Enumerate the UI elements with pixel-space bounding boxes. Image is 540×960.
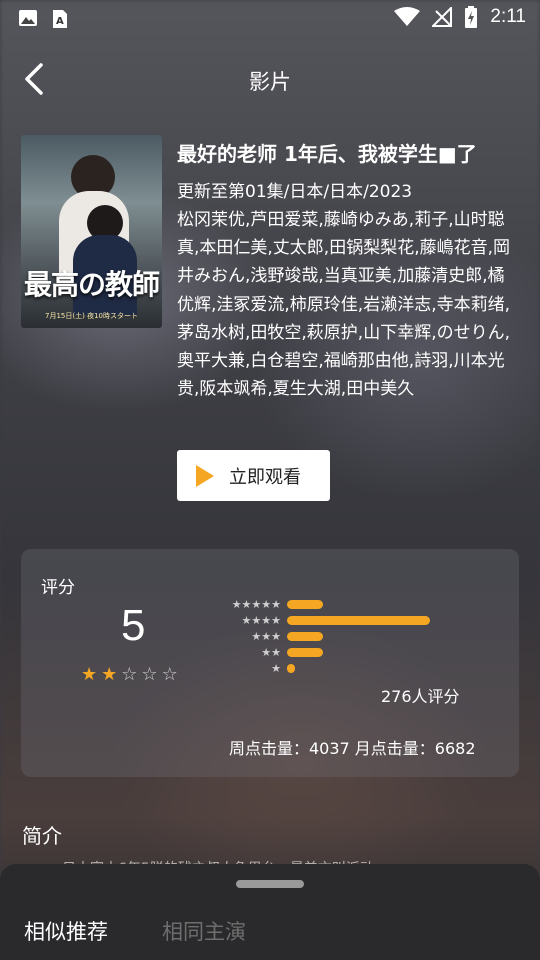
rating-distribution-row: ★★★★★ [211, 597, 323, 611]
rating-distribution-row: ★★ [211, 646, 323, 660]
bottom-sheet: 相似推荐 相同主演 [0, 864, 540, 960]
movie-title: 最好的老师 1年后、我被学生■了 [177, 142, 477, 166]
rating-label: 评分 [41, 578, 75, 598]
tab-similar[interactable]: 相似推荐 [24, 916, 108, 946]
row-stars-icon: ★★★★★ [231, 597, 281, 611]
rating-bar [287, 631, 323, 641]
rating-score: 5 [121, 601, 146, 650]
movie-meta: 更新至第01集/日本/日本/2023 [177, 182, 413, 202]
poster-date: 7月15日(土) 夜10時スタート [45, 312, 138, 320]
row-stars-icon: ★★ [261, 646, 281, 660]
watch-now-button[interactable]: 立即观看 [177, 450, 330, 501]
rating-distribution-row: ★★★ [211, 629, 323, 643]
intro-heading: 简介 [22, 824, 62, 848]
star-filled-icon: ★ [81, 664, 98, 685]
screen: A 2:11 影片 最高の教師 7月15日(土) 夜10時スタート 最好的老师 … [0, 0, 540, 960]
star-filled-icon: ★ [101, 664, 118, 685]
page-title: 影片 [249, 70, 291, 94]
star-empty-icon: ☆ [121, 664, 138, 685]
movie-poster: 最高の教師 7月15日(土) 夜10時スタート [21, 135, 162, 328]
rating-distribution-row: ★ [211, 662, 295, 676]
svg-text:A: A [56, 16, 64, 27]
status-bar: A 2:11 [0, 0, 540, 36]
star-empty-icon: ☆ [161, 664, 178, 685]
signal-icon [432, 7, 453, 27]
drag-handle[interactable] [236, 880, 304, 888]
rating-bar [287, 599, 323, 609]
rating-card: 评分 5 ★ ★ ☆ ☆ ☆ ★★★★★ ★★★★ ★★★ ★★ ★ 276人评分 周点击量：4… [21, 549, 519, 777]
rating-bar [287, 664, 295, 674]
tab-same-cast[interactable]: 相同主演 [162, 916, 246, 946]
play-icon [196, 464, 214, 487]
row-stars-icon: ★★★ [251, 629, 281, 643]
click-stats: 周点击量：4037 月点击量：6682 [229, 739, 476, 758]
rating-stars: ★ ★ ☆ ☆ ☆ [81, 664, 178, 685]
rating-distribution-row: ★★★★ [211, 613, 430, 627]
star-empty-icon: ☆ [141, 664, 158, 685]
status-time: 2:11 [490, 6, 526, 27]
movie-cast: 松冈茉优,芦田爱菜,藤崎ゆみあ,莉子,山时聪真,本田仁美,丈太郎,田锅梨梨花,藤… [177, 210, 511, 400]
poster-title: 最高の教師 [23, 268, 160, 301]
watch-now-label: 立即观看 [229, 466, 301, 488]
rating-bar [287, 648, 323, 658]
row-stars-icon: ★★★★ [241, 613, 281, 627]
image-icon [19, 10, 37, 26]
wifi-icon [394, 7, 421, 26]
rating-bar [287, 615, 430, 625]
a-icon: A [53, 10, 67, 28]
battery-icon [465, 6, 478, 28]
rating-count: 276人评分 [381, 687, 460, 706]
row-stars-icon: ★ [271, 662, 281, 676]
